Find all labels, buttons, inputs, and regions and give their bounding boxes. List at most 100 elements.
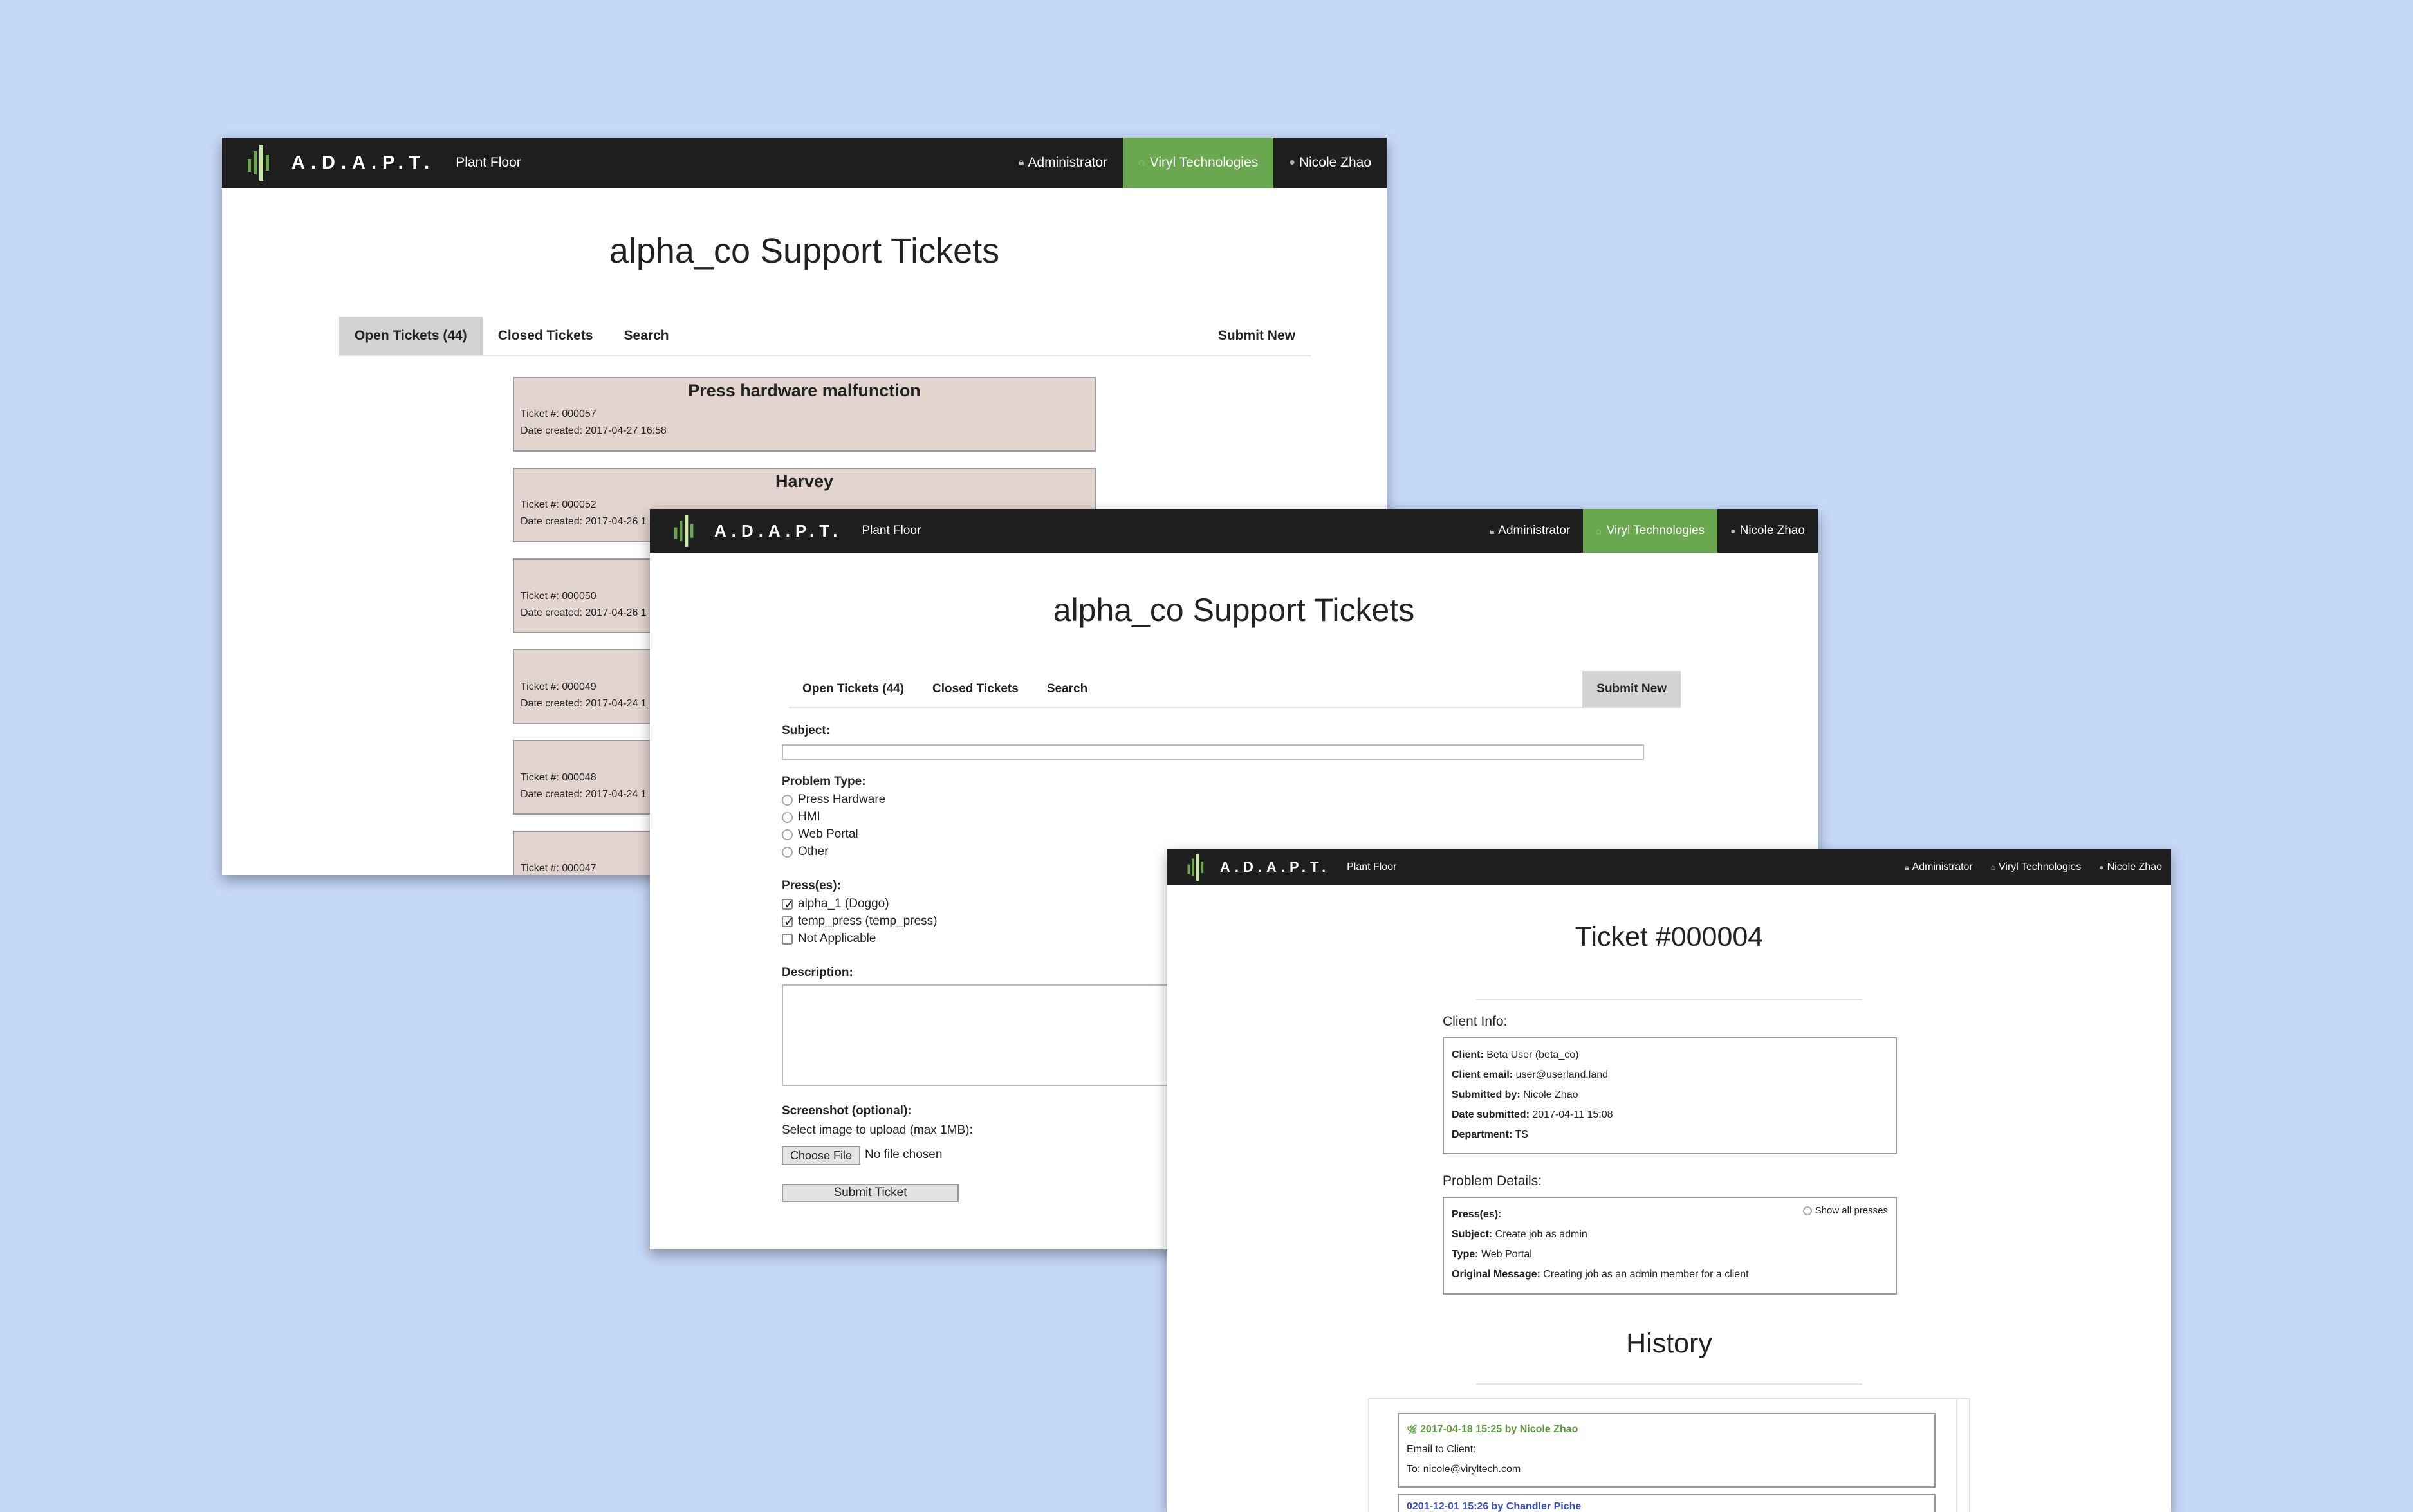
history-entry: 🌿︎ 2017-04-18 15:25 by Nicole Zhao Email… [1398, 1413, 1936, 1488]
info-key: Original Message: [1452, 1269, 1540, 1280]
option-label: Not Applicable [798, 932, 876, 945]
history-entry-title: 2017-04-18 15:25 by Nicole Zhao [1419, 1424, 1578, 1435]
no-file-text: No file chosen [865, 1148, 943, 1161]
divider [1476, 999, 1862, 1000]
ticket-tabs: Open Tickets (44) Closed Tickets Search … [788, 671, 1681, 708]
brand-name[interactable]: A.D.A.P.T. [291, 152, 435, 174]
show-all-radio[interactable] [1802, 1206, 1812, 1215]
brand-name[interactable]: A.D.A.P.T. [1220, 859, 1330, 876]
nav-user[interactable]: ● Nicole Zhao [2090, 849, 2171, 885]
problem-row: Subject: Create job as admin [1452, 1224, 1888, 1244]
info-value: Beta User (beta_co) [1486, 1049, 1579, 1060]
page-title: alpha_co Support Tickets [1053, 592, 1415, 628]
checkbox[interactable] [782, 914, 795, 930]
nav-company[interactable]: ⌂ Viryl Technologies [1982, 849, 2091, 885]
history-title: History [1626, 1328, 1712, 1359]
nav-company[interactable]: ⌂ Viryl Technologies [1123, 138, 1274, 188]
problem-row: Original Message: Creating job as an adm… [1452, 1264, 1888, 1284]
adapt-logo-icon[interactable] [246, 145, 272, 181]
info-value: Creating job as an admin member for a cl… [1543, 1269, 1749, 1280]
tab-open-tickets[interactable]: Open Tickets (44) [339, 317, 483, 355]
problem-type-option[interactable]: HMI [782, 810, 820, 824]
radio-button[interactable] [782, 811, 793, 823]
nav-administrator[interactable]: 🔒︎ Administrator [1477, 509, 1583, 553]
info-key: Subject: [1452, 1229, 1493, 1240]
client-info-box: Client: Beta User (beta_co) Client email… [1443, 1037, 1897, 1154]
nav-right-group: 🔒︎ Administrator ⌂ Viryl Technologies ● … [1003, 138, 1387, 188]
nav-company[interactable]: ⌂ Viryl Technologies [1583, 509, 1718, 553]
choose-file-button[interactable]: Choose File [782, 1146, 860, 1165]
tab-open-tickets[interactable]: Open Tickets (44) [788, 671, 918, 707]
tab-closed-tickets[interactable]: Closed Tickets [483, 317, 609, 355]
tab-submit-new[interactable]: Submit New [1203, 317, 1311, 355]
nav-company-label: Viryl Technologies [1999, 862, 2082, 872]
problem-type-option[interactable]: Web Portal [782, 827, 858, 842]
nav-administrator-label: Administrator [1028, 155, 1108, 170]
user-icon: ● [1289, 157, 1295, 168]
subject-input[interactable] [782, 744, 1644, 760]
tab-closed-tickets[interactable]: Closed Tickets [918, 671, 1033, 707]
client-info-row: Submitted by: Nicole Zhao [1452, 1085, 1888, 1105]
nav-right-group: 🔒︎ Administrator ⌂ Viryl Technologies ● … [1477, 509, 1818, 553]
tab-submit-new[interactable]: Submit New [1582, 671, 1681, 707]
press-option[interactable]: alpha_1 (Doggo) [782, 896, 889, 912]
lock-icon: 🔒︎ [1489, 525, 1495, 536]
plant-floor-link[interactable]: Plant Floor [862, 524, 921, 538]
problem-type-label: Problem Type: [782, 775, 866, 788]
problem-type-option[interactable]: Other [782, 845, 829, 859]
problem-type-option[interactable]: Press Hardware [782, 793, 885, 807]
history-scrollbar[interactable] [1956, 1399, 1969, 1512]
checkbox[interactable] [782, 933, 793, 945]
plant-floor-link[interactable]: Plant Floor [456, 155, 521, 171]
problem-details-box: Show all presses Press(es): Subject: Cre… [1443, 1197, 1897, 1295]
nav-user[interactable]: ● Nicole Zhao [1717, 509, 1818, 553]
client-info-row: Department: TS [1452, 1125, 1888, 1145]
nav-user-label: Nicole Zhao [1299, 155, 1371, 170]
info-key: Submitted by: [1452, 1089, 1521, 1100]
ticket-card[interactable]: Press hardware malfunction Ticket #: 000… [513, 377, 1096, 452]
show-all-label: Show all presses [1815, 1205, 1888, 1216]
nav-user[interactable]: ● Nicole Zhao [1273, 138, 1387, 188]
adapt-logo-icon[interactable] [673, 515, 696, 547]
plant-floor-link[interactable]: Plant Floor [1347, 862, 1396, 873]
option-label: temp_press (temp_press) [798, 914, 938, 928]
ticket-title: Harvey [775, 472, 834, 491]
info-key: Department: [1452, 1129, 1513, 1140]
option-label: alpha_1 (Doggo) [798, 897, 889, 910]
tab-search[interactable]: Search [1033, 671, 1102, 707]
press-option[interactable]: Not Applicable [782, 932, 876, 946]
brand-name[interactable]: A.D.A.P.T. [714, 521, 842, 541]
upload-hint: Select image to upload (max 1MB): [782, 1123, 973, 1137]
ticket-title: Press hardware malfunction [688, 381, 921, 400]
submit-ticket-button[interactable]: Submit Ticket [782, 1184, 959, 1202]
problem-row: Type: Web Portal [1452, 1244, 1888, 1264]
checkbox[interactable] [782, 896, 795, 912]
info-value: Create job as admin [1495, 1229, 1587, 1240]
problem-details-label: Problem Details: [1443, 1174, 1542, 1188]
leaf-icon: 🌿︎ [1407, 1424, 1418, 1434]
user-icon: ● [2099, 863, 2104, 872]
radio-button[interactable] [782, 829, 793, 840]
org-chart-icon: ⌂ [1990, 863, 1995, 872]
nav-administrator[interactable]: 🔒︎ Administrator [1896, 849, 1982, 885]
ticket-date: Date created: 2017-04-27 16:58 [521, 425, 667, 436]
nav-administrator[interactable]: 🔒︎ Administrator [1003, 138, 1123, 188]
show-all-presses-toggle[interactable]: Show all presses [1802, 1204, 1888, 1217]
client-info-row: Date submitted: 2017-04-11 15:08 [1452, 1105, 1888, 1125]
email-to-client-link[interactable]: Email to Client: [1407, 1439, 1927, 1459]
info-value: Web Portal [1481, 1249, 1532, 1260]
radio-button[interactable] [782, 846, 793, 858]
press-option[interactable]: temp_press (temp_press) [782, 914, 938, 930]
history-entry-recipient: To: nicole@viryltech.com [1407, 1464, 1521, 1475]
divider [1476, 1383, 1862, 1385]
ticket-title: Ticket #000004 [1575, 921, 1764, 952]
nav-right-group: 🔒︎ Administrator ⌂ Viryl Technologies ● … [1896, 849, 2171, 885]
info-value: 2017-04-11 15:08 [1532, 1109, 1613, 1120]
top-navbar: A.D.A.P.T. Plant Floor 🔒︎ Administrator … [650, 509, 1818, 553]
tab-search[interactable]: Search [609, 317, 685, 355]
user-icon: ● [1730, 526, 1736, 536]
org-chart-icon: ⌂ [1596, 526, 1602, 536]
nav-user-label: Nicole Zhao [1739, 524, 1805, 537]
adapt-logo-icon[interactable] [1187, 854, 1206, 881]
radio-button[interactable] [782, 794, 793, 806]
